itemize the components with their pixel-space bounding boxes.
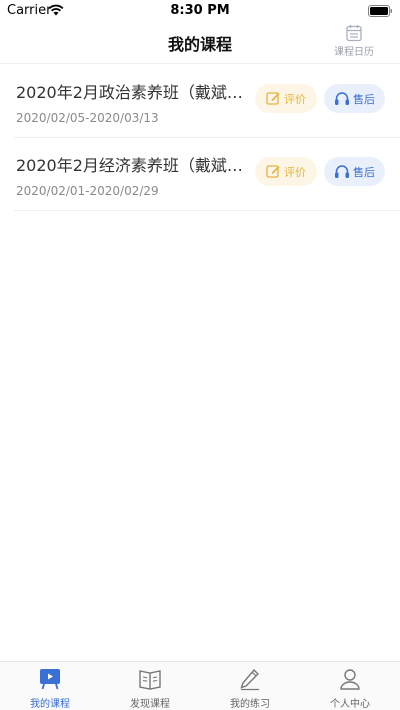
course-title: 2020年2月政治素养班（戴斌老师） [16,83,252,102]
person-icon [340,669,360,690]
review-button[interactable]: 评价 [255,157,317,186]
course-calendar-button[interactable]: 课程日历 [332,24,376,60]
tab-label: 个人中心 [330,699,370,710]
course-dates: 2020/02/01-2020/02/29 [16,184,159,198]
list-item[interactable]: 2020年2月政治素养班（戴斌老师） 2020/02/05-2020/03/13… [14,65,400,138]
review-button[interactable]: 评价 [255,84,317,113]
tab-label: 发现课程 [130,699,170,710]
after-sales-label: 售后 [353,92,375,106]
edit-icon [266,165,280,178]
headphones-icon [335,92,349,105]
after-sales-button[interactable]: 售后 [324,157,385,186]
tab-personal-center[interactable]: 个人中心 [300,662,400,710]
clock-time: 8:30 PM [170,3,230,18]
status-bar: Carrier 8:30 PM [0,0,400,22]
tab-label: 我的课程 [30,699,70,710]
my-courses-icon [40,669,60,690]
course-list: 2020年2月政治素养班（戴斌老师） 2020/02/05-2020/03/13… [0,65,400,211]
tab-bar: 我的课程 发现课程 我的练习 个人中心 [0,661,400,710]
nav-bar: 我的课程 课程日历 [0,22,400,64]
after-sales-button[interactable]: 售后 [324,84,385,113]
after-sales-label: 售后 [353,165,375,179]
review-label: 评价 [284,92,306,106]
course-title: 2020年2月经济素养班（戴斌老师） [16,156,252,175]
tab-discover-courses[interactable]: 发现课程 [100,662,200,710]
discover-book-icon [139,670,161,690]
tab-my-courses[interactable]: 我的课程 [0,662,100,710]
pencil-icon [240,668,259,691]
calendar-icon [346,25,362,42]
list-item[interactable]: 2020年2月经济素养班（戴斌老师） 2020/02/01-2020/02/29… [14,138,400,211]
tab-my-practice[interactable]: 我的练习 [200,662,300,710]
course-dates: 2020/02/05-2020/03/13 [16,111,159,125]
calendar-label: 课程日历 [334,47,374,58]
battery-icon [368,5,392,17]
review-label: 评价 [284,165,306,179]
headphones-icon [335,165,349,178]
tab-label: 我的练习 [230,699,270,710]
edit-icon [266,92,280,105]
